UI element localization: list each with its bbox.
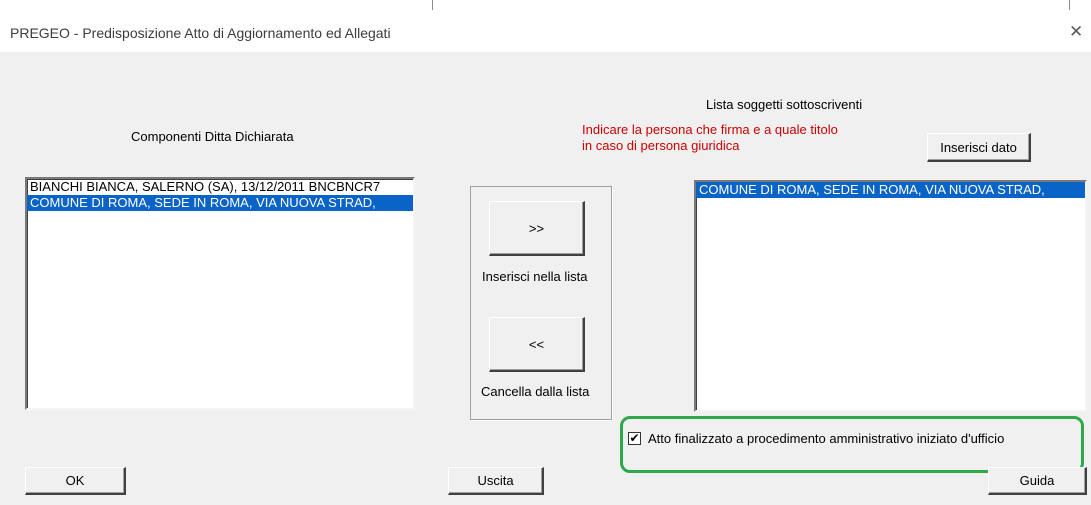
insert-into-list-label: Inserisci nella lista <box>482 269 588 284</box>
ok-button[interactable]: OK <box>25 467 126 495</box>
top-edge <box>0 0 1091 14</box>
divider <box>1069 0 1070 10</box>
insert-data-button[interactable]: Inserisci dato <box>927 133 1031 162</box>
hint-text-line1: Indicare la persona che firma e a quale … <box>582 122 838 137</box>
signatories-list[interactable]: COMUNE DI ROMA, SEDE IN ROMA, VIA NUOVA … <box>694 180 1087 412</box>
divider <box>432 0 433 10</box>
remove-from-list-label: Cancella dalla lista <box>481 384 590 399</box>
close-icon[interactable]: ✕ <box>1069 22 1083 42</box>
ex-officio-checkbox[interactable]: ✔ <box>628 432 641 445</box>
exit-button[interactable]: Uscita <box>448 467 544 495</box>
window-title: PREGEO - Predisposizione Atto di Aggiorn… <box>10 25 391 41</box>
list-item[interactable]: COMUNE DI ROMA, SEDE IN ROMA, VIA NUOVA … <box>27 195 413 211</box>
ex-officio-checkbox-label[interactable]: Atto finalizzato a procedimento amminist… <box>648 431 1004 446</box>
insert-into-list-button[interactable]: >> <box>489 201 585 256</box>
check-icon: ✔ <box>629 431 640 445</box>
left-list-heading: Componenti Ditta Dichiarata <box>131 129 294 144</box>
right-list-heading: Lista soggetti sottoscriventi <box>706 97 863 112</box>
list-item[interactable]: BIANCHI BIANCA, SALERNO (SA), 13/12/2011… <box>27 179 413 195</box>
hint-text-line2: in caso di persona giuridica <box>582 138 740 153</box>
list-item[interactable]: COMUNE DI ROMA, SEDE IN ROMA, VIA NUOVA … <box>696 182 1085 198</box>
remove-from-list-button[interactable]: << <box>489 317 585 372</box>
components-list[interactable]: BIANCHI BIANCA, SALERNO (SA), 13/12/2011… <box>25 177 415 410</box>
help-button[interactable]: Guida <box>988 467 1087 495</box>
title-bar: PREGEO - Predisposizione Atto di Aggiorn… <box>0 14 1091 52</box>
